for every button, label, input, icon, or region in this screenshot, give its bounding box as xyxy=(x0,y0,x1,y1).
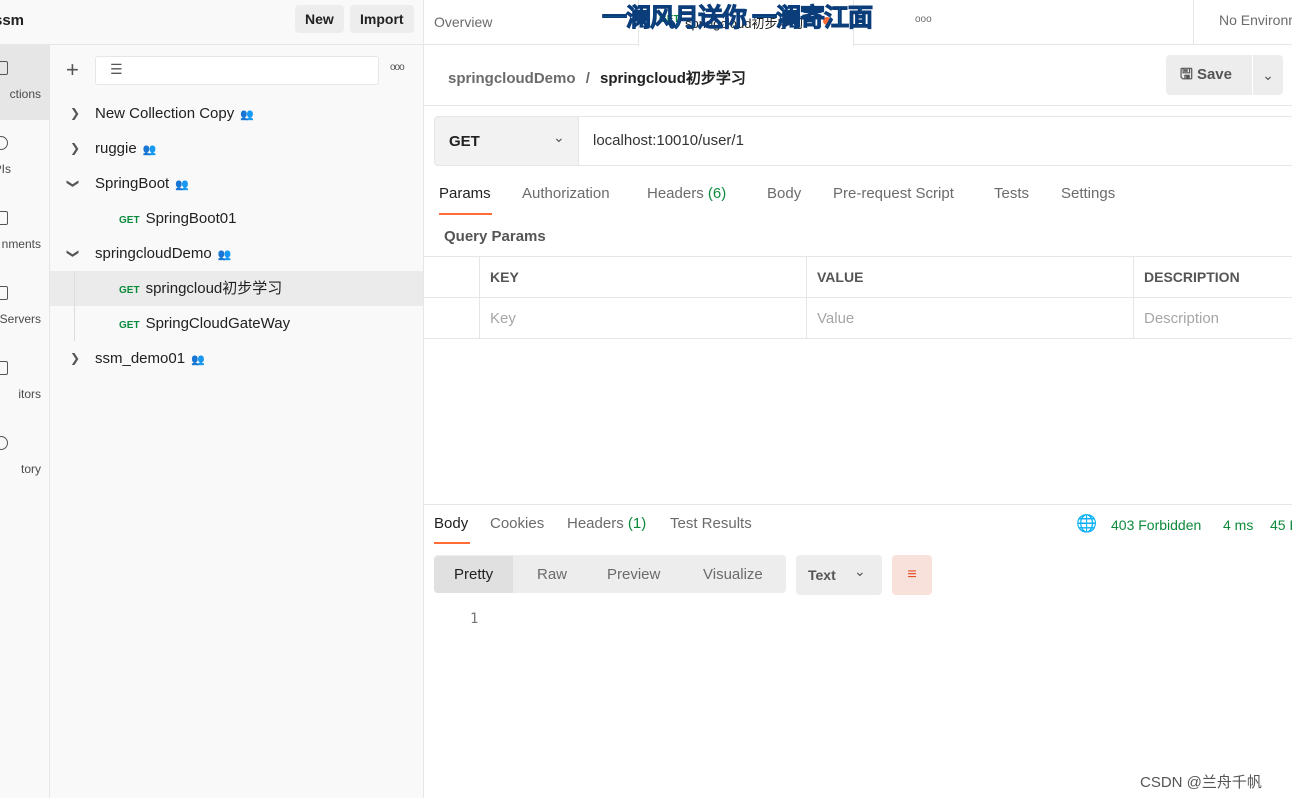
resp-tab-body[interactable]: Body xyxy=(434,515,468,532)
resp-tab-test-results[interactable]: Test Results xyxy=(670,515,752,532)
rail-history[interactable]: tory xyxy=(0,420,49,495)
key-input[interactable]: Key xyxy=(479,297,807,339)
breadcrumb: springcloudDemo / springcloud初步学习 xyxy=(448,70,746,87)
sidebar-rail: ctions PIs nments Servers itors tory xyxy=(0,45,50,798)
filter-icon: ☰ xyxy=(110,61,123,77)
chevron-down-icon: ⌄ xyxy=(553,129,565,145)
table-header-row: KEY VALUE DESCRIPTION xyxy=(423,256,1292,298)
line-number: 1 xyxy=(470,611,479,627)
tree-item-springboot[interactable]: ❯ SpringBoot 👥 xyxy=(50,166,423,201)
response-time[interactable]: 4 ms xyxy=(1223,517,1253,533)
environment-select[interactable]: No Environment xyxy=(1193,0,1292,45)
save-icon: 🖫 xyxy=(1180,66,1193,83)
tree-item-ssm-demo01[interactable]: ❯ ssm_demo01 👥 xyxy=(50,341,423,376)
tab-authorization[interactable]: Authorization xyxy=(522,185,610,202)
shared-icon: 👥 xyxy=(240,109,254,121)
tab-body[interactable]: Body xyxy=(767,185,801,202)
credit-watermark: CSDN @兰舟千帆 xyxy=(1140,774,1262,791)
wrap-lines-icon[interactable]: ≡ xyxy=(892,555,932,595)
tab-tests[interactable]: Tests xyxy=(994,185,1029,202)
apis-icon xyxy=(0,136,8,150)
tab-overview[interactable]: Overview xyxy=(434,14,492,30)
chevron-down-icon: ❯ xyxy=(66,178,81,189)
monitors-icon xyxy=(0,361,8,375)
tree-item-springcloud-learning[interactable]: GET springcloud初步学习 xyxy=(50,271,423,341)
more-tabs-icon[interactable]: ooo xyxy=(915,14,932,25)
tab-pre-request-script[interactable]: Pre-request Script xyxy=(833,185,954,202)
rail-apis[interactable]: PIs xyxy=(0,120,49,195)
import-button[interactable]: Import xyxy=(350,5,414,33)
rail-environments[interactable]: nments xyxy=(0,195,49,270)
environments-icon xyxy=(0,211,8,225)
response-size[interactable]: 45 B xyxy=(1270,517,1292,533)
save-options-chevron-icon[interactable]: ⌄ xyxy=(1253,55,1283,95)
chevron-right-icon: ❯ xyxy=(70,106,81,120)
rail-monitors[interactable]: itors xyxy=(0,345,49,420)
workspace-name: ssm xyxy=(0,12,25,29)
globe-icon: 🌐 xyxy=(1076,514,1098,533)
more-icon[interactable]: ooo xyxy=(390,62,405,73)
query-params-table: KEY VALUE DESCRIPTION Key Value Description xyxy=(423,256,1292,339)
chevron-down-icon: ⌄ xyxy=(854,563,866,579)
view-raw[interactable]: Raw xyxy=(517,556,587,593)
collections-sidebar: + ☰ ooo ❯ New Collection Copy 👥 ❯ ruggie 👥 ❯… xyxy=(50,45,424,798)
chevron-down-icon: ❯ xyxy=(66,248,81,259)
method-select[interactable]: GET ⌄ xyxy=(434,116,579,166)
filter-input[interactable]: ☰ xyxy=(95,56,379,85)
format-select[interactable]: Text ⌄ xyxy=(796,555,882,595)
breadcrumb-parent[interactable]: springcloudDemo xyxy=(448,70,576,87)
tree-item-springclouddemo[interactable]: ❯ springcloudDemo 👥 xyxy=(50,236,423,271)
view-pretty[interactable]: Pretty xyxy=(434,556,514,593)
chevron-right-icon: ❯ xyxy=(70,351,81,365)
view-preview[interactable]: Preview xyxy=(587,556,680,593)
rail-collections[interactable]: ctions xyxy=(0,45,49,120)
tab-headers[interactable]: Headers (6) xyxy=(647,185,726,202)
new-button[interactable]: New xyxy=(295,5,344,33)
table-row: Key Value Description xyxy=(423,297,1292,339)
rail-mock-servers[interactable]: Servers xyxy=(0,270,49,345)
tab-settings[interactable]: Settings xyxy=(1061,185,1115,202)
tree-item-ruggie[interactable]: ❯ ruggie 👥 xyxy=(50,131,423,166)
tree-item-new-collection-copy[interactable]: ❯ New Collection Copy 👥 xyxy=(50,96,423,131)
watermark-text: 一澜风月送你 一澜寄江面 xyxy=(602,4,874,33)
shared-icon: 👥 xyxy=(217,249,232,261)
shared-icon: 👥 xyxy=(175,179,189,191)
resp-tab-headers[interactable]: Headers (1) xyxy=(567,515,646,532)
url-input[interactable]: localhost:10010/user/1 xyxy=(578,116,1292,166)
view-visualize[interactable]: Visualize xyxy=(683,556,783,593)
save-button[interactable]: 🖫 Save xyxy=(1166,55,1252,95)
status-code[interactable]: 403 Forbidden xyxy=(1111,517,1201,533)
query-params-title: Query Params xyxy=(444,228,546,245)
collections-icon xyxy=(0,61,8,75)
resp-tab-cookies[interactable]: Cookies xyxy=(490,515,544,532)
history-icon xyxy=(0,436,8,450)
chevron-right-icon: ❯ xyxy=(70,141,81,155)
workspace-header: ssm New Import xyxy=(0,0,424,45)
mock-servers-icon xyxy=(0,286,8,300)
shared-icon: 👥 xyxy=(191,354,205,366)
shared-icon: 👥 xyxy=(142,144,157,156)
value-input[interactable]: Value xyxy=(806,297,1134,339)
tree-item-springcloudgateway[interactable]: GET SpringCloudGateWay xyxy=(50,306,423,341)
tab-params[interactable]: Params xyxy=(439,185,491,202)
tree-item-springboot01[interactable]: GET SpringBoot01 xyxy=(50,201,423,236)
description-input[interactable]: Description xyxy=(1133,297,1292,339)
add-collection-icon[interactable]: + xyxy=(66,59,79,81)
breadcrumb-current[interactable]: springcloud初步学习 xyxy=(600,70,746,87)
